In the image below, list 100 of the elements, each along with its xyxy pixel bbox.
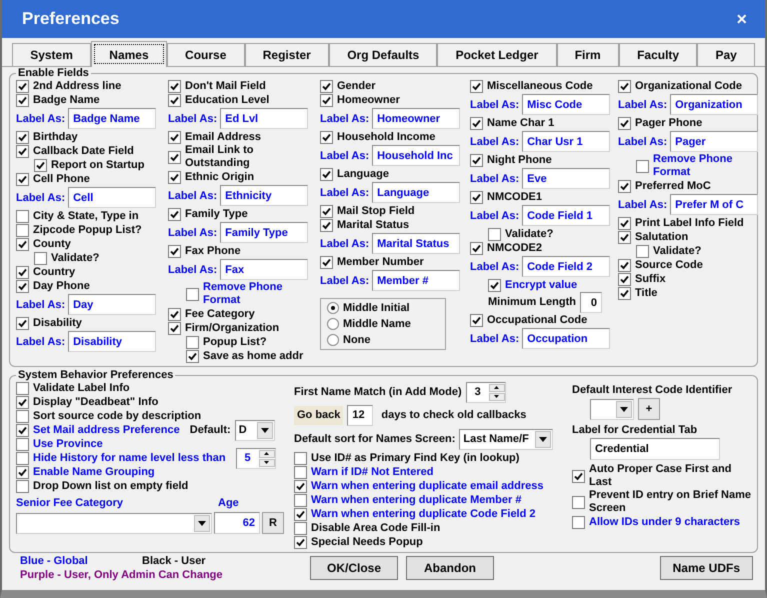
label-as-field[interactable]: Pager bbox=[670, 131, 758, 152]
checkbox[interactable] bbox=[186, 350, 199, 362]
close-button[interactable]: × bbox=[732, 8, 751, 30]
sort-dropdown[interactable]: Last Name/F bbox=[459, 428, 554, 450]
age-field[interactable]: 62 bbox=[214, 512, 260, 534]
dialog-button[interactable]: OK/Close bbox=[310, 556, 398, 580]
checkbox[interactable] bbox=[168, 170, 181, 184]
checkbox[interactable] bbox=[168, 308, 181, 320]
checkbox[interactable] bbox=[16, 396, 29, 408]
label-as-field[interactable]: Cell bbox=[68, 187, 156, 208]
label-as-field[interactable]: Eve bbox=[522, 168, 610, 189]
checkbox[interactable] bbox=[294, 452, 307, 464]
tab[interactable]: Firm bbox=[556, 43, 619, 66]
label-as-field[interactable]: Member # bbox=[372, 270, 460, 291]
checkbox[interactable] bbox=[618, 286, 631, 300]
spin-box[interactable]: 3 bbox=[466, 382, 506, 402]
checkbox[interactable] bbox=[572, 470, 585, 482]
spin-box[interactable]: 5 bbox=[236, 448, 276, 468]
checkbox[interactable] bbox=[488, 278, 501, 292]
checkbox[interactable] bbox=[168, 150, 181, 164]
checkbox[interactable] bbox=[16, 452, 29, 464]
label-as-field[interactable]: Household Inc bbox=[372, 145, 460, 166]
credential-field[interactable]: Credential bbox=[590, 438, 720, 460]
checkbox[interactable] bbox=[16, 438, 29, 450]
label-as-field[interactable]: Ethnicity bbox=[220, 185, 308, 206]
checkbox[interactable] bbox=[34, 158, 47, 172]
label-as-field[interactable]: Prefer M of C bbox=[670, 194, 758, 215]
tab[interactable]: Course bbox=[166, 43, 245, 66]
checkbox[interactable] bbox=[470, 116, 483, 130]
dialog-button[interactable]: Abandon bbox=[406, 556, 494, 580]
checkbox[interactable] bbox=[618, 116, 631, 130]
label-as-field[interactable]: Occupation bbox=[522, 328, 610, 349]
tab[interactable]: System bbox=[12, 43, 92, 66]
spin-down-button[interactable] bbox=[488, 392, 505, 400]
checkbox[interactable] bbox=[186, 288, 199, 300]
checkbox[interactable] bbox=[16, 266, 29, 278]
checkbox[interactable] bbox=[488, 228, 501, 240]
label-as-field[interactable]: Family Type bbox=[220, 222, 308, 243]
checkbox[interactable] bbox=[168, 244, 181, 258]
checkbox[interactable] bbox=[168, 322, 181, 334]
checkbox[interactable] bbox=[16, 80, 29, 92]
checkbox[interactable] bbox=[168, 130, 181, 144]
checkbox[interactable] bbox=[636, 160, 649, 172]
radio-button[interactable] bbox=[327, 318, 339, 330]
radio-button[interactable] bbox=[327, 334, 339, 346]
checkbox[interactable] bbox=[320, 168, 333, 180]
label-as-field[interactable]: Organization bbox=[670, 94, 758, 115]
checkbox[interactable] bbox=[294, 508, 307, 520]
checkbox[interactable] bbox=[16, 172, 29, 186]
checkbox[interactable] bbox=[320, 80, 333, 92]
checkbox[interactable] bbox=[16, 410, 29, 422]
checkbox[interactable] bbox=[16, 94, 29, 106]
checkbox[interactable] bbox=[16, 210, 29, 222]
checkbox[interactable] bbox=[294, 480, 307, 492]
checkbox[interactable] bbox=[618, 230, 631, 244]
checkbox[interactable] bbox=[320, 256, 333, 268]
checkbox[interactable] bbox=[618, 80, 631, 92]
checkbox[interactable] bbox=[618, 216, 631, 230]
checkbox[interactable] bbox=[294, 536, 307, 548]
tab[interactable]: Register bbox=[244, 43, 329, 66]
checkbox[interactable] bbox=[16, 466, 29, 478]
checkbox[interactable] bbox=[16, 316, 29, 330]
checkbox[interactable] bbox=[168, 94, 181, 106]
checkbox[interactable] bbox=[470, 80, 483, 92]
checkbox[interactable] bbox=[320, 218, 333, 232]
checkbox[interactable] bbox=[618, 272, 631, 286]
checkbox[interactable] bbox=[470, 314, 483, 326]
checkbox[interactable] bbox=[16, 424, 29, 436]
checkbox[interactable] bbox=[618, 180, 631, 192]
add-button[interactable]: + bbox=[638, 398, 660, 420]
checkbox[interactable] bbox=[320, 94, 333, 106]
checkbox[interactable] bbox=[320, 204, 333, 218]
checkbox[interactable] bbox=[320, 130, 333, 144]
reset-button[interactable]: R bbox=[262, 512, 284, 534]
spin-up-button[interactable] bbox=[488, 384, 505, 392]
label-as-field[interactable]: Misc Code bbox=[522, 94, 610, 115]
tab[interactable]: Org Defaults bbox=[329, 43, 438, 66]
checkbox[interactable] bbox=[294, 494, 307, 506]
checkbox[interactable] bbox=[636, 244, 649, 258]
tab[interactable]: Pay bbox=[697, 43, 756, 66]
checkbox[interactable] bbox=[470, 154, 483, 166]
checkbox[interactable] bbox=[618, 258, 631, 272]
checkbox[interactable] bbox=[16, 130, 29, 144]
tab[interactable]: Names bbox=[91, 41, 167, 67]
checkbox[interactable] bbox=[16, 480, 29, 492]
label-as-field[interactable]: Language bbox=[372, 182, 460, 203]
checkbox[interactable] bbox=[16, 382, 29, 394]
dialog-button[interactable]: Name UDFs bbox=[660, 556, 753, 580]
checkbox[interactable] bbox=[572, 516, 585, 528]
label-as-field[interactable]: Fax bbox=[220, 259, 308, 280]
label-as-field[interactable]: Day bbox=[68, 294, 156, 315]
label-as-field[interactable]: Badge Name bbox=[68, 108, 156, 129]
checkbox[interactable] bbox=[294, 466, 307, 478]
checkbox[interactable] bbox=[294, 522, 307, 534]
label-as-field[interactable]: Ed Lvl bbox=[220, 108, 308, 129]
spin-down-button[interactable] bbox=[258, 458, 275, 466]
checkbox[interactable] bbox=[16, 280, 29, 292]
senior-fee-dropdown[interactable] bbox=[16, 512, 212, 534]
checkbox[interactable] bbox=[34, 252, 47, 264]
tab[interactable]: Faculty bbox=[618, 43, 698, 66]
